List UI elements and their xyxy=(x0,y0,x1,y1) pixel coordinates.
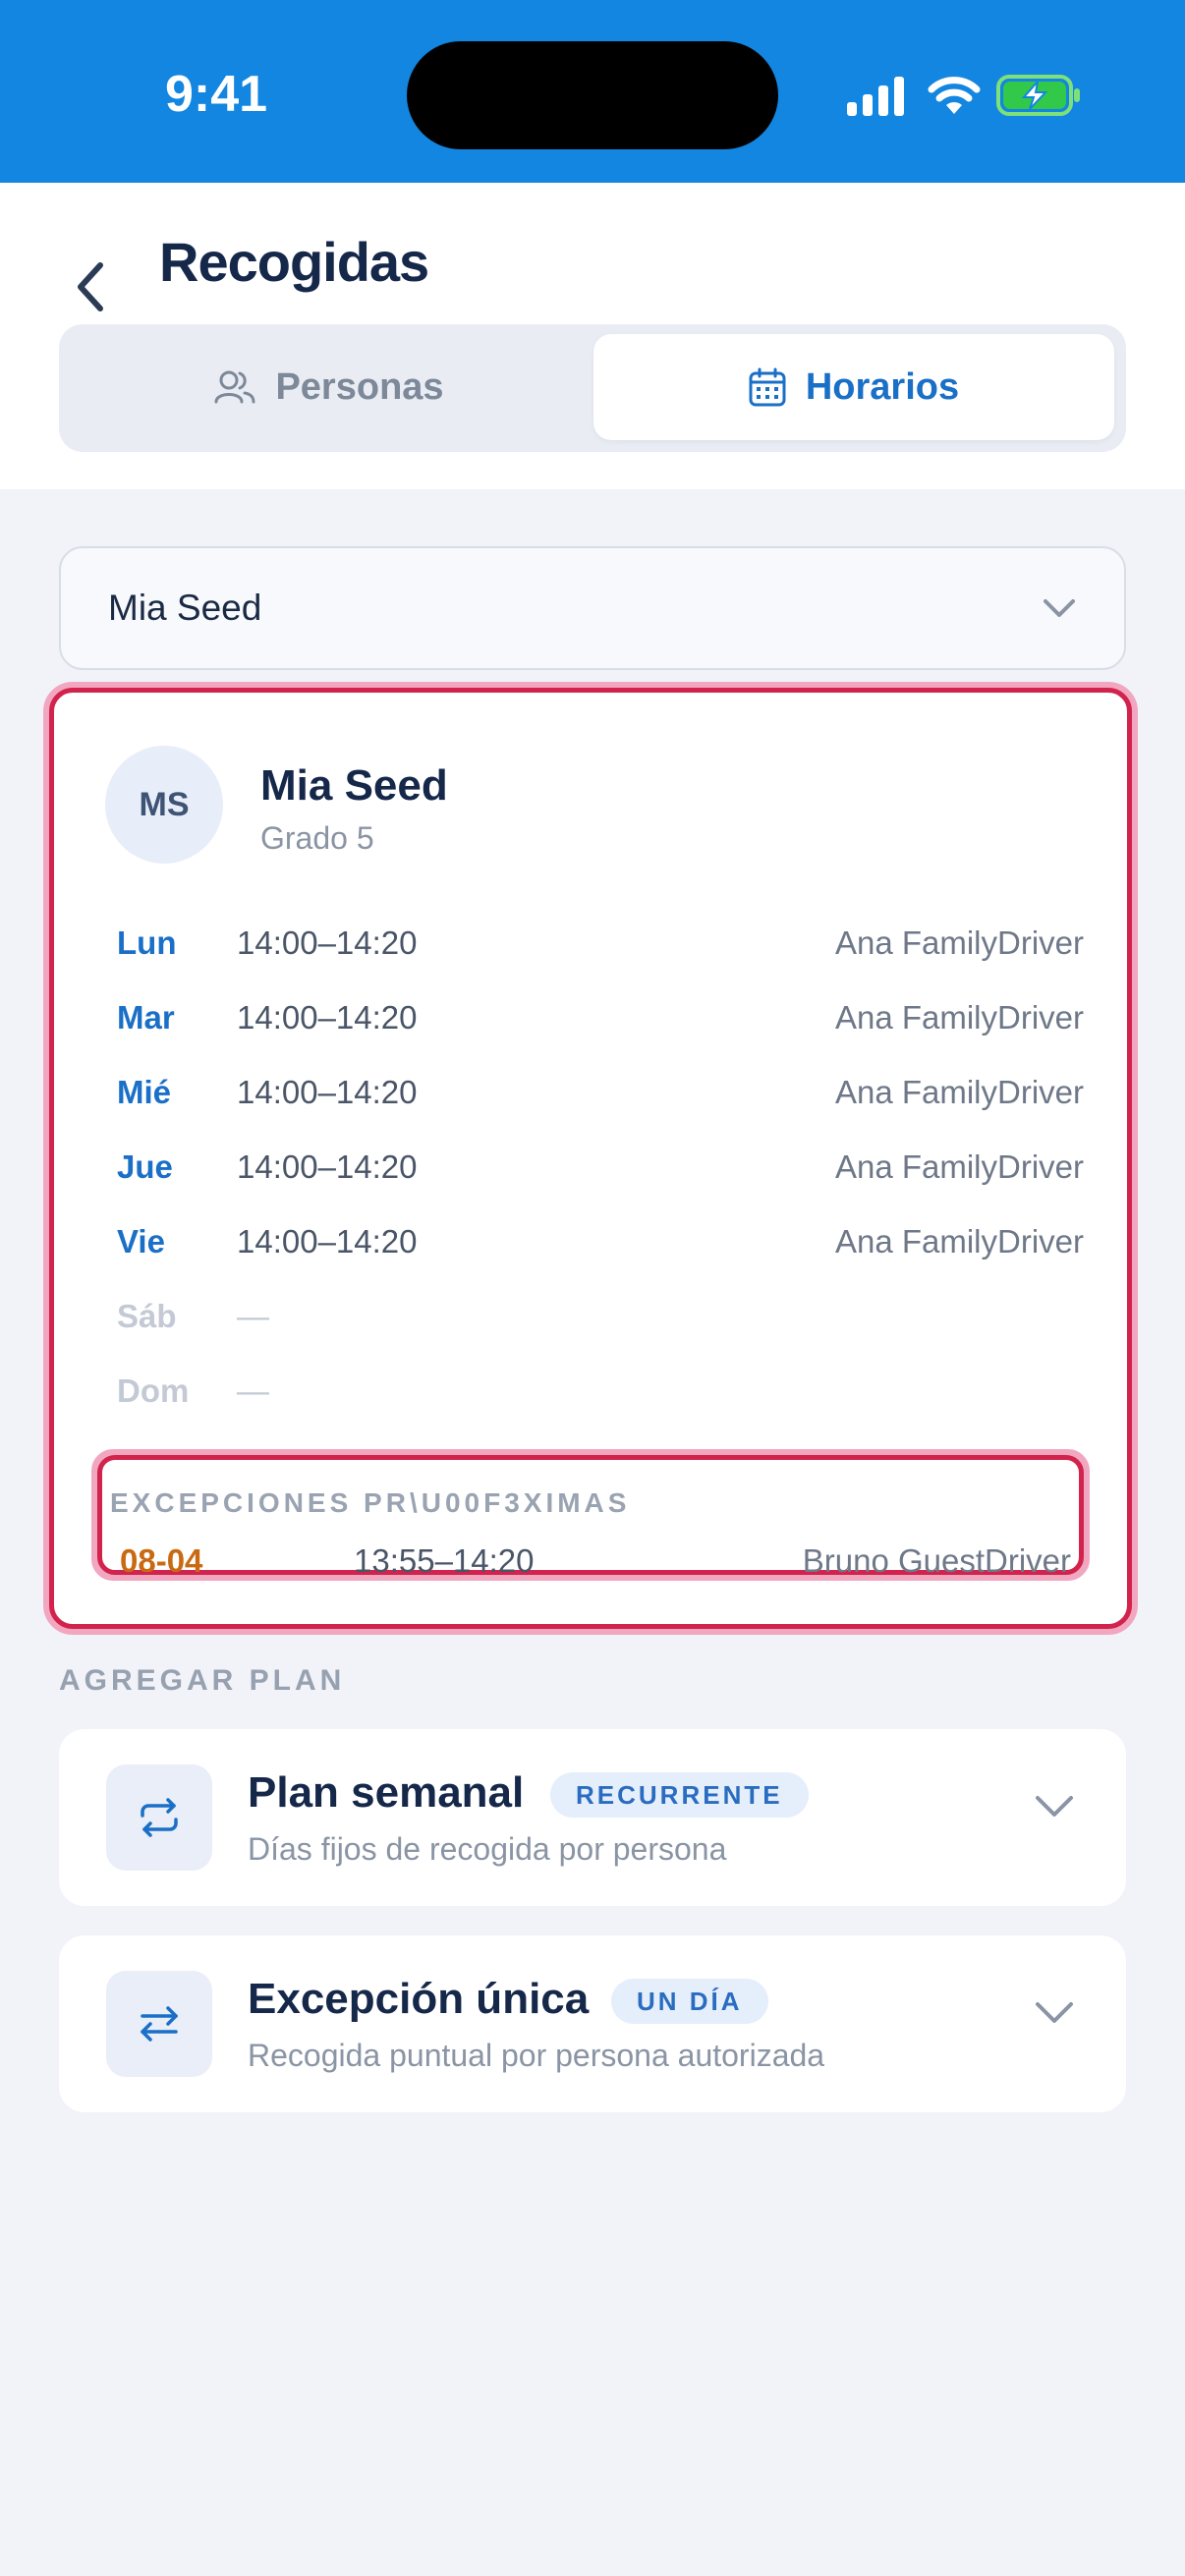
tab-personas-label: Personas xyxy=(275,365,444,408)
day-label: Mié xyxy=(117,1074,172,1110)
exception-date: 08-04 xyxy=(120,1542,203,1579)
day-label: Lun xyxy=(117,924,177,961)
one-day-badge: UN DÍA xyxy=(611,1979,768,2024)
people-icon xyxy=(214,370,255,404)
day-label: Mar xyxy=(117,999,175,1036)
plan-subtitle: Días fijos de recogida por persona xyxy=(248,1831,727,1867)
plan-title: Excepción única xyxy=(248,1975,590,2023)
exceptions-section: EXCEPCIONES PR\U00F3XIMAS 08-04 13:55–14… xyxy=(97,1455,1084,1579)
exceptions-title: EXCEPCIONES PR\U00F3XIMAS xyxy=(110,1487,631,1518)
weekly-plan-card[interactable]: Plan semanal RECURRENTE Días fijos de re… xyxy=(59,1729,1126,1906)
back-button[interactable] xyxy=(61,238,120,336)
repeat-icon-tile xyxy=(106,1764,212,1871)
student-select-value: Mia Seed xyxy=(108,588,262,628)
schedule-card: MS Mia Seed Grado 5 Lun 14:00–14:20 Ana … xyxy=(49,688,1132,1629)
status-icons xyxy=(847,73,1083,118)
day-label: Dom xyxy=(117,1372,190,1409)
plan-title: Plan semanal xyxy=(248,1768,525,1817)
day-row-dom: Dom — xyxy=(54,1363,1127,1422)
day-time: 14:00–14:20 xyxy=(237,999,418,1036)
day-row-jue: Jue 14:00–14:20 Ana FamilyDriver xyxy=(54,1139,1127,1198)
chevron-down-icon xyxy=(1036,2002,1073,2023)
single-exception-card[interactable]: Excepción única UN DÍA Recogida puntual … xyxy=(59,1935,1126,2112)
calendar-icon xyxy=(749,367,786,407)
signal-icon xyxy=(847,77,904,116)
day-row-sab: Sáb — xyxy=(54,1288,1127,1347)
day-label: Vie xyxy=(117,1223,165,1260)
tab-horarios[interactable]: Horarios xyxy=(593,334,1114,440)
recurrent-badge: RECURRENTE xyxy=(550,1772,809,1818)
student-name: Mia Seed xyxy=(260,761,448,810)
segmented-control: Personas Horarios xyxy=(59,324,1126,452)
swap-icon-tile xyxy=(106,1971,212,2077)
day-time: 14:00–14:20 xyxy=(237,1148,418,1185)
swap-icon xyxy=(141,2006,178,2042)
day-time: 14:00–14:20 xyxy=(237,1223,418,1260)
status-bar: 9:41 xyxy=(0,0,1185,183)
add-plan-label: AGREGAR PLAN xyxy=(59,1664,346,1697)
header: Recogidas Personas Horarios xyxy=(0,183,1185,489)
day-driver: Ana FamilyDriver xyxy=(834,999,1084,1036)
chevron-down-icon xyxy=(1044,599,1075,617)
exception-driver: Bruno GuestDriver xyxy=(802,1542,1071,1579)
tab-horarios-label: Horarios xyxy=(805,365,960,408)
day-label: Jue xyxy=(117,1148,173,1185)
battery-icon xyxy=(996,75,1080,116)
dynamic-island xyxy=(407,41,778,149)
day-driver: Ana FamilyDriver xyxy=(834,1074,1084,1110)
chevron-down-icon xyxy=(1036,1796,1073,1817)
day-time: — xyxy=(237,1298,269,1334)
day-time: — xyxy=(237,1372,269,1409)
student-grade: Grado 5 xyxy=(260,820,374,856)
page-title: Recogidas xyxy=(159,231,429,293)
day-row-mar: Mar 14:00–14:20 Ana FamilyDriver xyxy=(54,989,1127,1048)
repeat-icon xyxy=(141,1798,178,1837)
day-row-lun: Lun 14:00–14:20 Ana FamilyDriver xyxy=(54,915,1127,974)
day-time: 14:00–14:20 xyxy=(237,924,418,961)
plan-subtitle: Recogida puntual por persona autorizada xyxy=(248,2038,825,2073)
day-driver: Ana FamilyDriver xyxy=(834,1148,1084,1185)
day-driver: Ana FamilyDriver xyxy=(834,1223,1084,1260)
day-driver: Ana FamilyDriver xyxy=(834,924,1084,961)
student-select[interactable]: Mia Seed xyxy=(59,546,1126,670)
chevron-left-icon xyxy=(78,262,103,311)
day-row-vie: Vie 14:00–14:20 Ana FamilyDriver xyxy=(54,1213,1127,1272)
avatar: MS xyxy=(105,746,223,864)
wifi-icon xyxy=(928,77,981,114)
day-label: Sáb xyxy=(117,1298,177,1334)
exception-time: 13:55–14:20 xyxy=(354,1542,535,1579)
status-time: 9:41 xyxy=(165,66,268,123)
day-time: 14:00–14:20 xyxy=(237,1074,418,1110)
tab-personas[interactable]: Personas xyxy=(69,334,590,440)
day-row-mie: Mié 14:00–14:20 Ana FamilyDriver xyxy=(54,1064,1127,1123)
